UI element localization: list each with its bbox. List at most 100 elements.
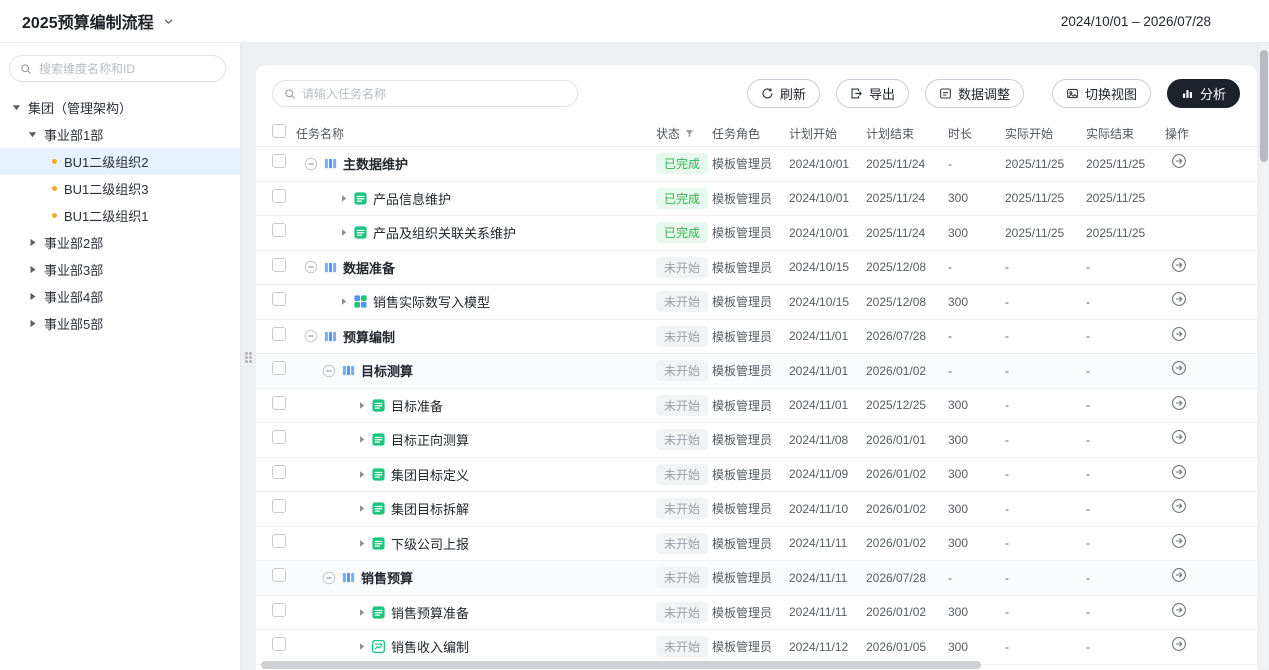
task-name[interactable]: 主数据维护 xyxy=(343,154,408,173)
collapse-icon[interactable] xyxy=(304,329,318,343)
enter-task-button[interactable] xyxy=(1171,291,1187,307)
leaf-arrow-icon[interactable] xyxy=(358,539,366,548)
tree-item[interactable]: BU1二级组织2 xyxy=(0,148,240,175)
leaf-arrow-icon[interactable] xyxy=(358,642,366,651)
table-cell: 300 xyxy=(948,536,969,551)
enter-task-button[interactable] xyxy=(1171,498,1187,514)
status-cell: 未开始 xyxy=(656,636,712,658)
leaf-arrow-icon[interactable] xyxy=(358,470,366,479)
enter-task-button[interactable] xyxy=(1171,360,1187,376)
enter-task-button[interactable] xyxy=(1171,257,1187,273)
main-area: 刷新 导出 数据调整 切换视图 分析 任务名称 状态任务角色 计划开始 计划结束 时长 实际开始 实… xyxy=(241,43,1269,670)
task-name[interactable]: 目标准备 xyxy=(391,396,443,415)
tree-item[interactable]: 集团（管理架构） xyxy=(0,94,240,121)
collapse-icon[interactable] xyxy=(304,260,318,274)
row-checkbox[interactable] xyxy=(272,430,286,445)
caret-right-icon[interactable] xyxy=(28,319,37,328)
caret-right-icon[interactable] xyxy=(28,265,37,274)
enter-task-button[interactable] xyxy=(1171,602,1187,618)
data-adjust-button[interactable]: 数据调整 xyxy=(924,79,1024,108)
leaf-arrow-icon[interactable] xyxy=(358,608,366,617)
leaf-arrow-icon[interactable] xyxy=(340,228,348,237)
title-wrap[interactable]: 2025预算编制流程 xyxy=(22,9,174,33)
table-cell: - xyxy=(948,260,952,275)
row-checkbox[interactable] xyxy=(272,464,286,479)
enter-task-button[interactable] xyxy=(1171,567,1187,583)
row-checkbox[interactable] xyxy=(272,188,286,203)
date-range: 2024/10/01 – 2026/07/28 xyxy=(1060,13,1211,29)
row-checkbox[interactable] xyxy=(272,361,286,376)
leaf-arrow-icon[interactable] xyxy=(340,194,348,203)
task-name[interactable]: 下级公司上报 xyxy=(391,534,469,553)
row-checkbox[interactable] xyxy=(272,568,286,583)
row-checkbox[interactable] xyxy=(272,223,286,238)
row-checkbox[interactable] xyxy=(272,395,286,410)
task-name[interactable]: 销售收入编制 xyxy=(391,637,469,656)
tree-item[interactable]: 事业部4部 xyxy=(0,283,240,310)
task-name[interactable]: 目标测算 xyxy=(361,361,413,380)
tree-item[interactable]: BU1二级组织1 xyxy=(0,202,240,229)
switch-view-button[interactable]: 切换视图 xyxy=(1051,79,1151,108)
tree-item[interactable]: 事业部5部 xyxy=(0,310,240,337)
task-name[interactable]: 数据准备 xyxy=(343,258,395,277)
enter-task-button[interactable] xyxy=(1171,395,1187,411)
vertical-scrollbar-thumb[interactable] xyxy=(1260,50,1268,162)
split-handle[interactable] xyxy=(245,352,253,364)
analysis-button[interactable]: 分析 xyxy=(1166,79,1240,108)
enter-task-button[interactable] xyxy=(1171,636,1187,652)
caret-right-icon[interactable] xyxy=(28,238,37,247)
export-button[interactable]: 导出 xyxy=(835,79,909,108)
enter-task-button[interactable] xyxy=(1171,533,1187,549)
table-cell: 2024/10/01 xyxy=(789,191,850,206)
org-dot-icon xyxy=(52,159,57,164)
horizontal-scrollbar-thumb[interactable] xyxy=(261,661,981,669)
enter-task-button[interactable] xyxy=(1171,326,1187,342)
task-name[interactable]: 预算编制 xyxy=(343,327,395,346)
dimension-search-input[interactable] xyxy=(39,61,215,76)
enter-task-button[interactable] xyxy=(1171,464,1187,480)
caret-right-icon[interactable] xyxy=(28,292,37,301)
tree-item[interactable]: 事业部3部 xyxy=(0,256,240,283)
filter-icon[interactable] xyxy=(684,128,695,139)
vertical-scrollbar[interactable] xyxy=(1260,45,1268,668)
caret-down-icon[interactable] xyxy=(28,130,37,139)
row-checkbox[interactable] xyxy=(272,637,286,652)
status-badge: 未开始 xyxy=(656,567,709,589)
enter-task-button[interactable] xyxy=(1171,429,1187,445)
row-checkbox[interactable] xyxy=(272,292,286,307)
leaf-arrow-icon[interactable] xyxy=(358,504,366,513)
task-name[interactable]: 产品信息维护 xyxy=(373,189,451,208)
task-name[interactable]: 集团目标定义 xyxy=(391,465,469,484)
row-checkbox[interactable] xyxy=(272,533,286,548)
tree-item[interactable]: BU1二级组织3 xyxy=(0,175,240,202)
task-search-input[interactable] xyxy=(302,86,566,101)
row-checkbox[interactable] xyxy=(272,154,286,169)
leaf-arrow-icon[interactable] xyxy=(340,297,348,306)
enter-task-button[interactable] xyxy=(1171,153,1187,169)
task-name[interactable]: 销售预算准备 xyxy=(391,603,469,622)
refresh-button[interactable]: 刷新 xyxy=(746,79,820,108)
tree-item[interactable]: 事业部2部 xyxy=(0,229,240,256)
task-name[interactable]: 销售预算 xyxy=(361,568,413,587)
row-checkbox[interactable] xyxy=(272,499,286,514)
task-name[interactable]: 目标正向测算 xyxy=(391,430,469,449)
task-name[interactable]: 销售实际数写入模型 xyxy=(373,292,490,311)
task-name[interactable]: 产品及组织关联关系维护 xyxy=(373,223,516,242)
tree-item[interactable]: 事业部1部 xyxy=(0,121,240,148)
horizontal-scrollbar[interactable] xyxy=(261,661,1247,669)
leaf-arrow-icon[interactable] xyxy=(358,401,366,410)
sidebar-search xyxy=(9,55,226,82)
table-cell: 2025/11/25 xyxy=(1086,191,1146,206)
select-all-checkbox[interactable] xyxy=(272,123,286,138)
row-checkbox[interactable] xyxy=(272,257,286,272)
action-cell xyxy=(1165,636,1241,657)
row-checkbox[interactable] xyxy=(272,602,286,617)
collapse-icon[interactable] xyxy=(304,157,318,171)
caret-down-icon[interactable] xyxy=(12,103,21,112)
leaf-arrow-icon[interactable] xyxy=(358,435,366,444)
collapse-icon[interactable] xyxy=(322,364,336,378)
chevron-down-icon[interactable] xyxy=(163,16,174,27)
row-checkbox[interactable] xyxy=(272,326,286,341)
task-name[interactable]: 集团目标拆解 xyxy=(391,499,469,518)
collapse-icon[interactable] xyxy=(322,571,336,585)
